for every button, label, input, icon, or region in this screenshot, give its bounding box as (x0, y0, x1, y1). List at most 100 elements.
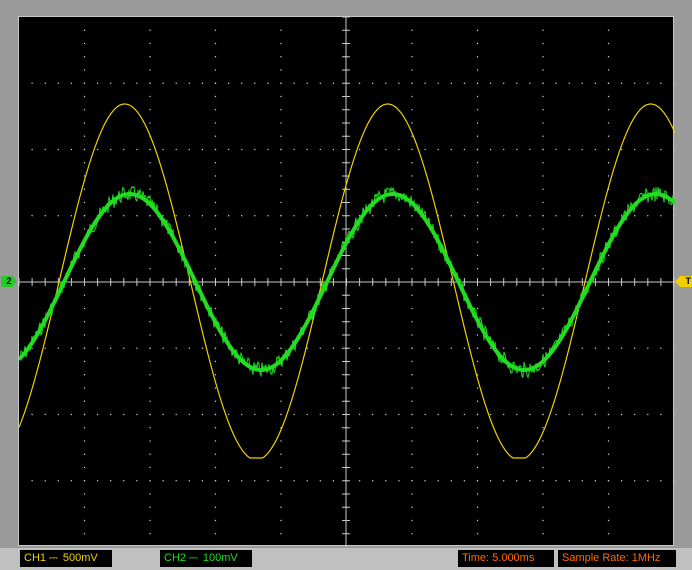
grid-dot (568, 480, 570, 482)
grid-dot (149, 148, 151, 151)
grid-dot (476, 506, 479, 508)
grid-dot (110, 148, 112, 151)
grid-dot (411, 387, 413, 389)
grid-dot (620, 148, 623, 151)
grid-dot (542, 241, 544, 243)
grid-dot (70, 148, 73, 151)
grid-dot (542, 374, 544, 376)
grid-dot (542, 334, 544, 336)
grid-dot (437, 148, 439, 151)
grid-dot (660, 148, 662, 151)
grid-dot (411, 321, 413, 323)
grid-dot (372, 215, 374, 217)
waveform-screen[interactable] (18, 16, 675, 547)
grid-dot (542, 95, 544, 98)
grid-dot (83, 519, 86, 522)
grid-dot (607, 400, 610, 402)
status-bar: CH1 ⎓ 500mV CH2 ⎓ 100mV Time: 5.000ms Samp… (0, 548, 692, 570)
grid-dot (542, 466, 544, 469)
grid-dot (581, 215, 583, 217)
grid-dot (411, 148, 413, 151)
grid-dot (385, 148, 387, 151)
grid-dot (398, 148, 400, 151)
grid-dot (411, 400, 413, 402)
grid-dot (162, 82, 164, 84)
grid-dot (31, 413, 33, 416)
grid-dot (607, 413, 610, 416)
grid-dot (83, 148, 86, 151)
grid-dot (214, 135, 217, 137)
grid-dot (83, 480, 86, 482)
grid-dot (149, 387, 151, 389)
grid-dot (31, 480, 33, 482)
grid-dot (149, 268, 151, 270)
grid-dot (568, 148, 570, 151)
grid-dot (227, 148, 230, 151)
grid-dot (398, 347, 400, 349)
grid-dot (660, 82, 662, 84)
grid-dot (57, 215, 59, 217)
grid-dot (358, 148, 361, 151)
grid-dot (332, 82, 335, 84)
grid-dot (607, 387, 610, 389)
grid-dot (634, 480, 636, 482)
grid-dot (476, 42, 479, 45)
grid-dot (214, 334, 217, 336)
grid-dot (332, 347, 335, 349)
grid-dot (542, 215, 544, 217)
grid-dot (293, 148, 295, 151)
grid-dot (136, 82, 138, 84)
grid-dot (634, 148, 636, 151)
grid-dot (476, 175, 479, 177)
grid-dot (254, 215, 256, 217)
grid-dot (542, 42, 544, 45)
grid-dot (411, 294, 413, 296)
grid-dot (476, 334, 479, 336)
grid-dot (227, 82, 230, 84)
grid-dot (214, 480, 217, 482)
grid-dot (83, 466, 86, 469)
grid-dot (358, 413, 361, 416)
grid-dot (398, 215, 400, 217)
grid-dot (83, 69, 86, 71)
grid-dot (463, 215, 466, 217)
grid-dot (568, 215, 570, 217)
grid-dot (542, 413, 544, 416)
grid-dot (280, 122, 282, 124)
grid-dot (594, 82, 597, 84)
grid-dot (44, 82, 46, 84)
grid-dot (660, 347, 662, 349)
grid-dot (476, 228, 479, 230)
grid-dot (214, 440, 217, 442)
grid-dot (476, 268, 479, 270)
grid-dot (149, 241, 151, 243)
grid-dot (372, 82, 374, 84)
grid-dot (476, 387, 479, 389)
grid-dot (83, 440, 86, 442)
grid-dot (280, 42, 282, 45)
grid-dot (293, 215, 295, 217)
grid-dot (503, 413, 505, 416)
grid-dot (594, 347, 597, 349)
grid-dot (214, 69, 217, 71)
grid-dot (411, 307, 413, 310)
ch2-status[interactable]: CH2 ⎓ 100mV (160, 550, 252, 567)
grid-dot (607, 360, 610, 363)
grid-dot (411, 109, 413, 111)
grid-dot (241, 215, 243, 217)
grid-dot (110, 82, 112, 84)
grid-dot (83, 201, 86, 204)
grid-dot (188, 215, 190, 217)
grid-dot (607, 56, 610, 58)
grid-dot (201, 148, 204, 151)
grid-dot (411, 533, 413, 535)
grid-dot (607, 321, 610, 323)
timebase-readout[interactable]: Time: 5.000ms (458, 550, 554, 567)
grid-dot (280, 400, 282, 402)
grid-dot (607, 374, 610, 376)
sample-rate-readout[interactable]: Sample Rate: 1MHz (558, 550, 676, 567)
grid-dot (607, 135, 610, 137)
grid-dot (607, 440, 610, 442)
ch1-status[interactable]: CH1 ⎓ 500mV (20, 550, 112, 567)
grid-dot (607, 466, 610, 469)
